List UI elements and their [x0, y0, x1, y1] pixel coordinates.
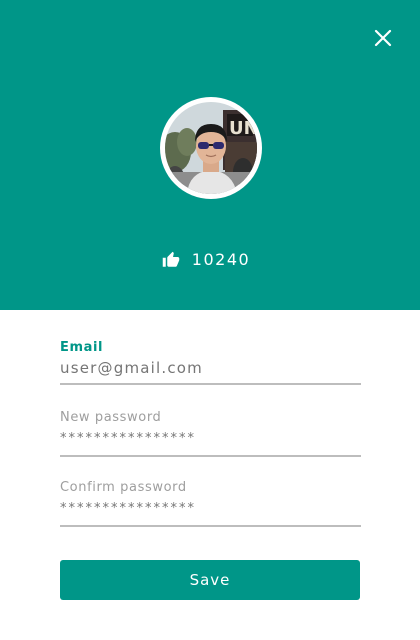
- confirm-password-underline: [60, 525, 361, 527]
- svg-text:UN: UN: [229, 118, 257, 139]
- email-field-group: Email user@gmail.com: [60, 340, 361, 385]
- confirm-password-field-group: Confirm password ****************: [60, 480, 361, 527]
- save-button[interactable]: Save: [60, 560, 360, 600]
- email-label: Email: [60, 340, 104, 355]
- close-icon: [374, 29, 392, 47]
- thumbs-up-icon[interactable]: [162, 251, 180, 269]
- likes-count: 10240: [191, 250, 251, 269]
- profile-header: UN 10240: [0, 0, 420, 310]
- new-password-field-group: New password ****************: [60, 410, 361, 457]
- email-field[interactable]: user@gmail.com: [60, 359, 361, 379]
- confirm-password-label: Confirm password: [60, 480, 187, 495]
- likes-counter: 10240: [0, 250, 420, 269]
- new-password-underline: [60, 455, 361, 457]
- new-password-field[interactable]: ****************: [60, 431, 361, 451]
- new-password-label: New password: [60, 410, 162, 425]
- email-underline: [60, 383, 361, 385]
- close-button[interactable]: [372, 27, 394, 49]
- avatar[interactable]: UN: [165, 102, 257, 194]
- confirm-password-field[interactable]: ****************: [60, 501, 361, 521]
- avatar-frame: UN: [160, 97, 262, 199]
